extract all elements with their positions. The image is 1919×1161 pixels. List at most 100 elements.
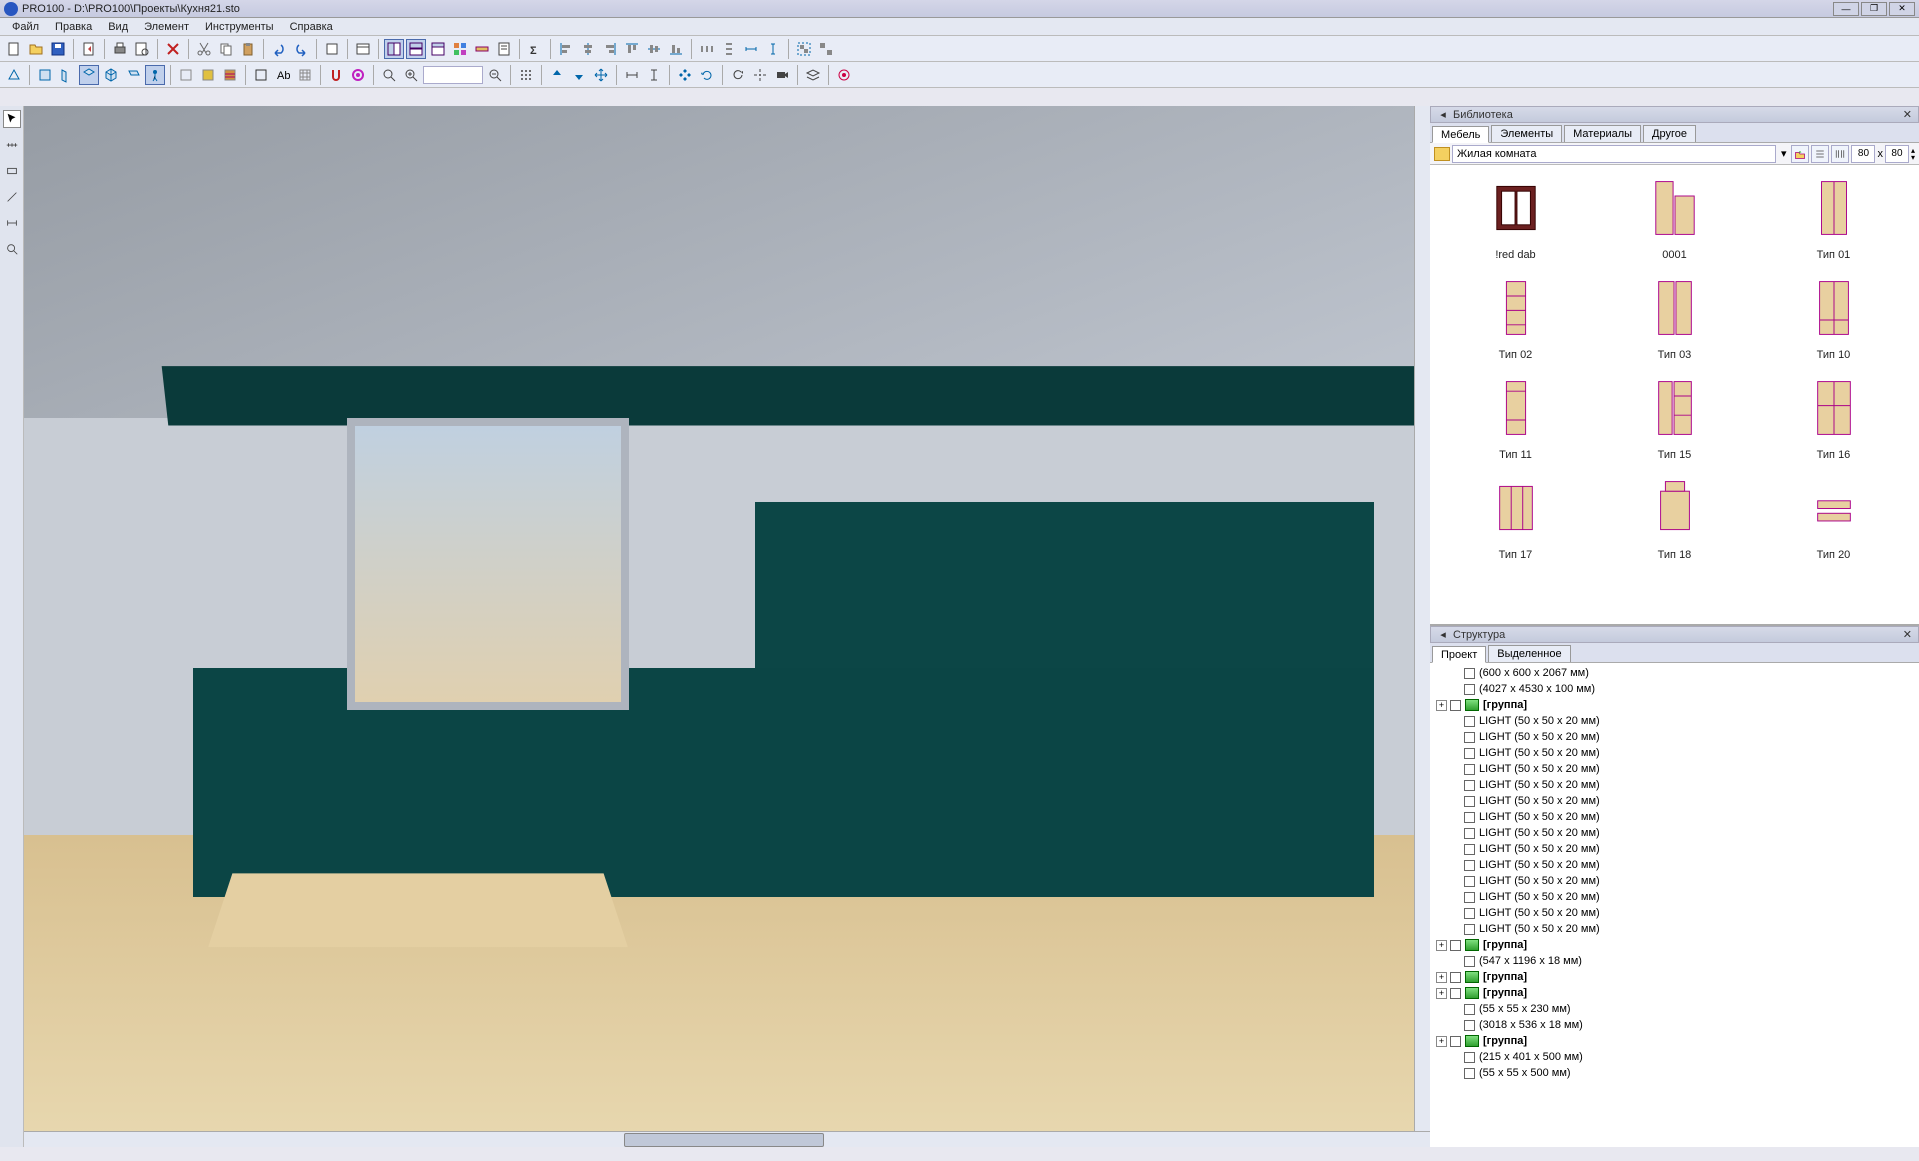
thumb-width-input[interactable]: [1851, 145, 1875, 163]
dimension-v-icon[interactable]: [644, 65, 664, 85]
tree-item-row[interactable]: LIGHT (50 x 50 x 20 мм): [1432, 809, 1917, 825]
checkbox[interactable]: [1450, 988, 1461, 999]
checkbox[interactable]: [1464, 908, 1475, 919]
zoom-in-icon[interactable]: [401, 65, 421, 85]
tree-item-row[interactable]: LIGHT (50 x 50 x 20 мм): [1432, 905, 1917, 921]
copy-icon[interactable]: [216, 39, 236, 59]
library-item[interactable]: Тип 17: [1438, 473, 1593, 561]
panel-dimensions-icon[interactable]: [472, 39, 492, 59]
tree-item-row[interactable]: LIGHT (50 x 50 x 20 мм): [1432, 921, 1917, 937]
paste-icon[interactable]: [238, 39, 258, 59]
tree-item-row[interactable]: (3018 x 536 x 18 мм): [1432, 1017, 1917, 1033]
checkbox[interactable]: [1464, 892, 1475, 903]
minimize-button[interactable]: —: [1833, 2, 1859, 16]
render-textured-icon[interactable]: [220, 65, 240, 85]
menu-view[interactable]: Вид: [100, 21, 136, 33]
library-item[interactable]: Тип 11: [1438, 373, 1593, 461]
structure-close-icon[interactable]: ✕: [1903, 628, 1912, 641]
tree-group-row[interactable]: +[группа]: [1432, 697, 1917, 713]
panel-properties-icon[interactable]: [428, 39, 448, 59]
properties-icon[interactable]: [353, 39, 373, 59]
library-path-input[interactable]: [1452, 145, 1776, 163]
rotate-cw-icon[interactable]: [728, 65, 748, 85]
shape-line-tool-icon[interactable]: [3, 188, 21, 206]
align-right-icon[interactable]: [600, 39, 620, 59]
show-edges-icon[interactable]: [251, 65, 271, 85]
redo-icon[interactable]: [291, 39, 311, 59]
same-width-icon[interactable]: [741, 39, 761, 59]
settings-icon[interactable]: [834, 65, 854, 85]
zoom-fit-icon[interactable]: [379, 65, 399, 85]
dimension-h-icon[interactable]: [622, 65, 642, 85]
move-down-icon[interactable]: [569, 65, 589, 85]
select-tool-icon[interactable]: [3, 110, 21, 128]
tab-other[interactable]: Другое: [1643, 125, 1696, 142]
print-icon[interactable]: [110, 39, 130, 59]
library-collapse-icon[interactable]: ◂: [1437, 108, 1449, 121]
checkbox[interactable]: [1464, 1068, 1475, 1079]
thumb-view-icon[interactable]: [1831, 145, 1849, 163]
collision-icon[interactable]: [348, 65, 368, 85]
tree-item-row[interactable]: LIGHT (50 x 50 x 20 мм): [1432, 841, 1917, 857]
checkbox[interactable]: [1464, 668, 1475, 679]
align-top-icon[interactable]: [622, 39, 642, 59]
tree-item-row[interactable]: (215 x 401 x 500 мм): [1432, 1049, 1917, 1065]
view-walk-icon[interactable]: [145, 65, 165, 85]
path-dropdown-icon[interactable]: ▾: [1778, 147, 1790, 160]
cut-icon[interactable]: [194, 39, 214, 59]
tree-item-row[interactable]: LIGHT (50 x 50 x 20 мм): [1432, 825, 1917, 841]
checkbox[interactable]: [1464, 684, 1475, 695]
tab-elements[interactable]: Элементы: [1491, 125, 1562, 142]
menu-help[interactable]: Справка: [282, 21, 341, 33]
align-hcenter-icon[interactable]: [578, 39, 598, 59]
library-item[interactable]: !red dab: [1438, 173, 1593, 261]
structure-collapse-icon[interactable]: ◂: [1437, 628, 1449, 641]
checkbox[interactable]: [1464, 828, 1475, 839]
library-item[interactable]: Тип 10: [1756, 273, 1911, 361]
scroll-thumb[interactable]: [624, 1133, 824, 1147]
library-item[interactable]: Тип 15: [1597, 373, 1752, 461]
move-tool-icon[interactable]: [591, 65, 611, 85]
tree-item-row[interactable]: LIGHT (50 x 50 x 20 мм): [1432, 777, 1917, 793]
tree-item-row[interactable]: LIGHT (50 x 50 x 20 мм): [1432, 729, 1917, 745]
viewport-scroll-horizontal[interactable]: [24, 1131, 1430, 1147]
checkbox[interactable]: [1464, 860, 1475, 871]
checkbox[interactable]: [1464, 716, 1475, 727]
new-file-icon[interactable]: [4, 39, 24, 59]
export-icon[interactable]: [79, 39, 99, 59]
render-solid-icon[interactable]: [198, 65, 218, 85]
align-vcenter-icon[interactable]: [644, 39, 664, 59]
tree-group-row[interactable]: +[группа]: [1432, 937, 1917, 953]
checkbox[interactable]: [1450, 700, 1461, 711]
zoom-out-icon[interactable]: [485, 65, 505, 85]
layers-icon[interactable]: [803, 65, 823, 85]
list-view-icon[interactable]: [1811, 145, 1829, 163]
library-item[interactable]: Тип 01: [1756, 173, 1911, 261]
structure-tree[interactable]: (600 x 600 x 2067 мм)(4027 x 4530 x 100 …: [1430, 663, 1919, 1147]
same-height-icon[interactable]: [763, 39, 783, 59]
tree-item-row[interactable]: (547 x 1196 x 18 мм): [1432, 953, 1917, 969]
maximize-button[interactable]: ❐: [1861, 2, 1887, 16]
tree-item-row[interactable]: LIGHT (50 x 50 x 20 мм): [1432, 713, 1917, 729]
library-item[interactable]: Тип 18: [1597, 473, 1752, 561]
move-up-icon[interactable]: [547, 65, 567, 85]
distribute-v-icon[interactable]: [719, 39, 739, 59]
view-3d-icon[interactable]: [101, 65, 121, 85]
view-perspective-icon[interactable]: [4, 65, 24, 85]
tree-group-row[interactable]: +[группа]: [1432, 1033, 1917, 1049]
print-preview-icon[interactable]: [132, 39, 152, 59]
up-folder-icon[interactable]: [1791, 145, 1809, 163]
measure-tool-icon[interactable]: [3, 136, 21, 154]
center-icon[interactable]: [750, 65, 770, 85]
checkbox[interactable]: [1464, 924, 1475, 935]
library-close-icon[interactable]: ✕: [1903, 108, 1912, 121]
thumb-height-input[interactable]: [1885, 145, 1909, 163]
checkbox[interactable]: [1464, 1020, 1475, 1031]
checkbox[interactable]: [1450, 940, 1461, 951]
zoom-combo[interactable]: [423, 66, 483, 84]
align-left-icon[interactable]: [556, 39, 576, 59]
library-item[interactable]: Тип 20: [1756, 473, 1911, 561]
dimension-tool-icon[interactable]: [3, 214, 21, 232]
checkbox[interactable]: [1464, 796, 1475, 807]
tree-group-row[interactable]: +[группа]: [1432, 985, 1917, 1001]
